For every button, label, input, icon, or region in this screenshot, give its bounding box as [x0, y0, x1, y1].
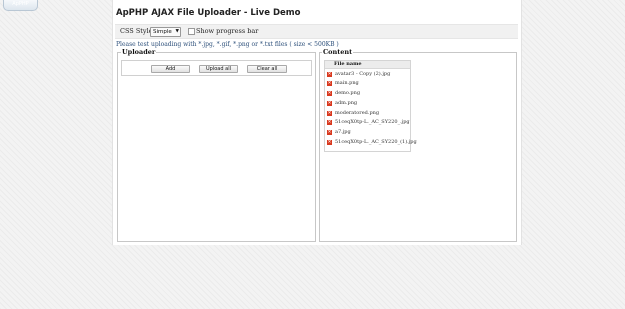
delete-icon[interactable]: ✕	[327, 130, 332, 136]
file-row: ✕ moderatored.png	[325, 108, 410, 118]
delete-icon[interactable]: ✕	[327, 100, 332, 106]
file-row: ✕ demo.png	[325, 89, 410, 99]
content-legend: Content	[322, 48, 354, 56]
top-tab[interactable]: ApPHP	[3, 0, 38, 11]
file-name: adm.png	[335, 99, 358, 106]
show-progress-label: Show progress bar	[196, 27, 259, 35]
file-row: ✕ 51ceqX0tp-L._AC_SY220_.jpg	[325, 118, 410, 128]
file-name: demo.png	[335, 90, 361, 97]
file-row: ✕ a7.jpg	[325, 128, 410, 138]
uploader-fieldset: Uploader Add Upload all Clear all	[117, 48, 316, 242]
content-fieldset: Content File name ✕ avatar3 - Copy (2).j…	[319, 48, 517, 242]
css-style-select[interactable]: Simple ▼	[150, 26, 181, 37]
delete-icon[interactable]: ✕	[327, 91, 332, 97]
file-name: avatar3 - Copy (2).jpg	[335, 70, 391, 77]
delete-icon[interactable]: ✕	[327, 120, 332, 126]
page-title: ApPHP AJAX File Uploader - Live Demo	[116, 8, 301, 18]
dropdown-arrow-icon: ▼	[175, 28, 179, 34]
file-row: ✕ adm.png	[325, 98, 410, 108]
file-name: 51ceqX0tp-L._AC_SY220_.jpg	[335, 119, 410, 126]
file-name: 51ceqX0tp-L._AC_SY220_(1).jpg	[335, 139, 417, 146]
file-name-column-header: File name	[325, 61, 410, 69]
delete-icon[interactable]: ✕	[327, 140, 332, 146]
file-row: ✕ avatar3 - Copy (2).jpg	[325, 69, 410, 79]
toolbar: CSS Style: Simple ▼ Show progress bar	[115, 24, 518, 39]
css-style-value: Simple	[153, 28, 172, 35]
file-name: main.png	[335, 80, 359, 87]
uploader-legend: Uploader	[121, 48, 157, 56]
file-list: File name ✕ avatar3 - Copy (2).jpg ✕ mai…	[324, 60, 417, 152]
uploader-button-bar: Add Upload all Clear all	[121, 60, 312, 76]
file-row: ✕ main.png	[325, 79, 410, 89]
delete-icon[interactable]: ✕	[327, 110, 332, 116]
show-progress-checkbox[interactable]	[188, 28, 195, 35]
file-row: ✕ 51ceqX0tp-L._AC_SY220_(1).jpg	[325, 138, 417, 148]
delete-icon[interactable]: ✕	[327, 71, 332, 77]
clear-all-button[interactable]: Clear all	[247, 65, 287, 73]
top-tab-label: ApPHP	[12, 1, 29, 7]
delete-icon[interactable]: ✕	[327, 81, 332, 87]
demo-panel: ApPHP AJAX File Uploader - Live Demo CSS…	[112, 0, 522, 245]
add-button[interactable]: Add	[151, 65, 190, 73]
upload-all-button[interactable]: Upload all	[199, 65, 238, 73]
file-name: moderatored.png	[335, 109, 380, 116]
info-text: Please test uploading with *.jpg, *.gif,…	[116, 41, 339, 48]
file-name: a7.jpg	[335, 129, 351, 136]
